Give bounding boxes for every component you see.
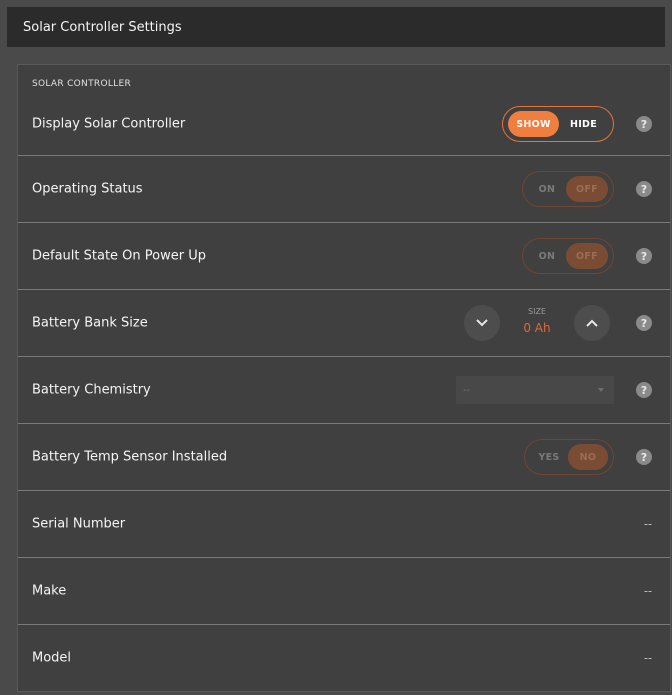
default-state-toggle[interactable]: ON OFF bbox=[522, 238, 614, 274]
increment-button[interactable] bbox=[574, 305, 610, 341]
row-label: Battery Temp Sensor Installed bbox=[32, 449, 228, 465]
row-label: Default State On Power Up bbox=[32, 248, 206, 264]
decrement-button[interactable] bbox=[464, 305, 500, 341]
row-operating-status: Operating Status ON OFF ? bbox=[18, 156, 670, 223]
yes-option[interactable]: YES bbox=[530, 444, 568, 470]
size-value: 0 Ah bbox=[523, 321, 551, 335]
row-serial-number: Serial Number -- bbox=[18, 491, 670, 558]
off-option[interactable]: OFF bbox=[566, 243, 608, 269]
row-label: Make bbox=[32, 583, 67, 599]
off-option[interactable]: OFF bbox=[566, 176, 608, 202]
row-battery-chemistry: Battery Chemistry -- ? bbox=[18, 357, 670, 424]
row-display-solar-controller: Display Solar Controller SHOW HIDE ? bbox=[18, 65, 670, 156]
help-icon[interactable]: ? bbox=[636, 382, 652, 398]
row-label: Model bbox=[32, 650, 72, 666]
row-battery-temp-sensor: Battery Temp Sensor Installed YES NO ? bbox=[18, 424, 670, 491]
settings-panel: SOLAR CONTROLLER Display Solar Controlle… bbox=[17, 64, 671, 692]
on-option[interactable]: ON bbox=[528, 176, 566, 202]
serial-number-value: -- bbox=[644, 517, 652, 531]
no-option[interactable]: NO bbox=[568, 444, 608, 470]
temp-sensor-toggle[interactable]: YES NO bbox=[524, 439, 614, 475]
help-icon[interactable]: ? bbox=[636, 181, 652, 197]
chevron-up-icon bbox=[586, 319, 598, 327]
operating-status-toggle[interactable]: ON OFF bbox=[522, 171, 614, 207]
help-icon[interactable]: ? bbox=[636, 315, 652, 331]
battery-size-readout: SIZE 0 Ah bbox=[502, 307, 572, 345]
help-icon[interactable]: ? bbox=[636, 248, 652, 264]
window-title-bar: Solar Controller Settings bbox=[7, 7, 665, 47]
row-make: Make -- bbox=[18, 558, 670, 625]
row-label: Battery Chemistry bbox=[32, 382, 151, 398]
select-value: -- bbox=[463, 384, 471, 396]
row-label: Battery Bank Size bbox=[32, 315, 148, 331]
caret-down-icon bbox=[598, 388, 604, 392]
show-hide-toggle[interactable]: SHOW HIDE bbox=[502, 106, 614, 142]
row-default-state: Default State On Power Up ON OFF ? bbox=[18, 223, 670, 290]
chevron-down-icon bbox=[476, 319, 488, 327]
help-icon[interactable]: ? bbox=[636, 449, 652, 465]
make-value: -- bbox=[644, 584, 652, 598]
row-label: Operating Status bbox=[32, 181, 143, 197]
hide-option[interactable]: HIDE bbox=[559, 111, 608, 137]
row-model: Model -- bbox=[18, 625, 670, 691]
on-option[interactable]: ON bbox=[528, 243, 566, 269]
show-option[interactable]: SHOW bbox=[508, 111, 559, 137]
size-label: SIZE bbox=[528, 307, 546, 316]
row-label: Display Solar Controller bbox=[32, 116, 186, 132]
row-label: Serial Number bbox=[32, 516, 126, 532]
row-battery-bank-size: Battery Bank Size SIZE 0 Ah ? bbox=[18, 290, 670, 357]
battery-chemistry-select[interactable]: -- bbox=[456, 376, 614, 404]
model-value: -- bbox=[644, 651, 652, 665]
help-icon[interactable]: ? bbox=[636, 116, 652, 132]
window-title: Solar Controller Settings bbox=[23, 19, 182, 35]
